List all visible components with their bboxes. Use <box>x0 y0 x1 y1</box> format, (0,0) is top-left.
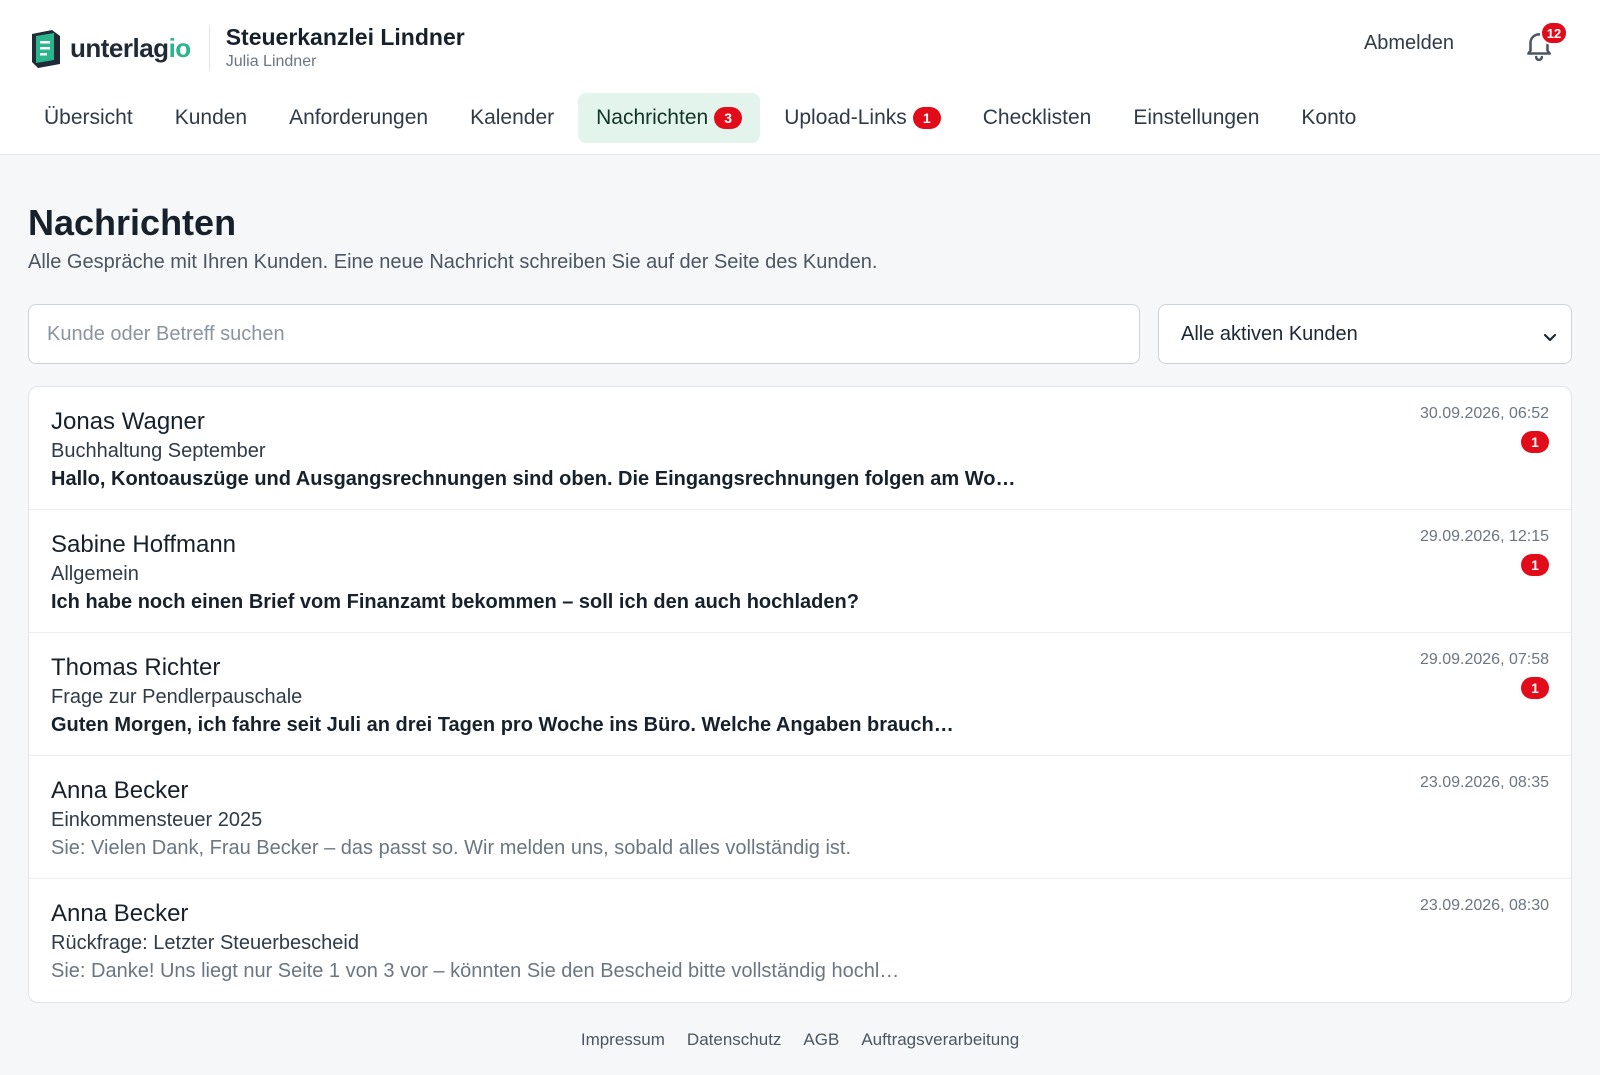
unread-badge: 1 <box>1521 431 1549 453</box>
notification-count-badge: 12 <box>1540 21 1568 45</box>
conversation-customer-name: Thomas Richter <box>51 654 221 681</box>
search-input[interactable] <box>47 322 1121 346</box>
conversation-subject: Buchhaltung September <box>51 440 266 462</box>
unterlagio-logo-icon <box>28 28 64 68</box>
conversation-date: 29.09.2026, 12:15 <box>1419 528 1549 545</box>
tab-uebersicht[interactable]: Übersicht <box>26 93 151 143</box>
customer-filter-select[interactable]: Alle aktiven Kunden <box>1158 304 1572 364</box>
logo-wordmark: unterlagio <box>70 32 191 63</box>
conversation-date: 30.09.2026, 06:52 <box>1419 405 1549 422</box>
conversation-subject: Allgemein <box>51 563 139 585</box>
brand-divider <box>208 25 210 71</box>
conversation-preview: Sie: Vielen Dank, Frau Becker – das pass… <box>51 837 852 859</box>
firm-info: Steuerkanzlei Lindner Julia Lindner <box>226 23 465 73</box>
footer-link-datenschutz[interactable]: Datenschutz <box>687 1030 782 1050</box>
conversation-subject: Rückfrage: Letzter Steuerbescheid <box>51 932 359 954</box>
main-content: Nachrichten Alle Gespräche mit Ihren Kun… <box>0 201 1600 1003</box>
conversation-date: 23.09.2026, 08:35 <box>1419 774 1549 791</box>
conversation-preview: Sie: Danke! Uns liegt nur Seite 1 von 3 … <box>51 960 900 982</box>
tab-anforderungen[interactable]: Anforderungen <box>271 93 446 143</box>
top-header: unterlagio Steuerkanzlei Lindner Julia L… <box>0 0 1600 155</box>
tab-kunden[interactable]: Kunden <box>157 93 265 143</box>
tab-checklisten[interactable]: Checklisten <box>965 93 1110 143</box>
footer-link-agb[interactable]: AGB <box>803 1030 839 1050</box>
conversation-row[interactable]: Anna Becker Einkommensteuer 2025 Sie: Vi… <box>29 756 1571 879</box>
tab-nachrichten-badge: 3 <box>714 107 743 129</box>
conversation-customer-name: Anna Becker <box>51 777 189 804</box>
user-name: Julia Lindner <box>225 53 317 70</box>
conversation-row[interactable]: Sabine Hoffmann Allgemein Ich habe noch … <box>29 510 1571 633</box>
conversation-customer-name: Anna Becker <box>51 900 189 927</box>
tab-upload-links-badge: 1 <box>912 107 941 129</box>
conversation-preview: Ich habe noch einen Brief vom Finanzamt … <box>51 591 859 613</box>
conversation-list: Jonas Wagner Buchhaltung September Hallo… <box>28 386 1572 1003</box>
tab-konto[interactable]: Konto <box>1283 93 1374 143</box>
tab-kalender[interactable]: Kalender <box>452 93 572 143</box>
unread-badge: 1 <box>1521 554 1549 576</box>
footer-link-impressum[interactable]: Impressum <box>581 1030 665 1050</box>
filter-bar: Alle aktiven Kunden <box>28 304 1572 364</box>
footer-link-auftragsverarbeitung[interactable]: Auftragsverarbeitung <box>861 1030 1019 1050</box>
unread-badge: 1 <box>1521 677 1549 699</box>
logout-button[interactable]: Abmelden <box>1364 32 1454 55</box>
main-nav: Übersicht Kunden Anforderungen Kalender … <box>26 93 1374 143</box>
conversation-preview: Guten Morgen, ich fahre seit Juli an dre… <box>51 714 954 736</box>
firm-name: Steuerkanzlei Lindner <box>225 24 465 50</box>
search-box <box>28 304 1140 364</box>
conversation-customer-name: Jonas Wagner <box>51 408 205 435</box>
conversation-date: 23.09.2026, 08:30 <box>1419 897 1549 914</box>
page-description: Alle Gespräche mit Ihren Kunden. Eine ne… <box>28 251 878 273</box>
brand-area: unterlagio Steuerkanzlei Lindner Julia L… <box>28 24 465 72</box>
conversation-row[interactable]: Jonas Wagner Buchhaltung September Hallo… <box>29 387 1571 510</box>
conversation-subject: Einkommensteuer 2025 <box>51 809 263 831</box>
customer-filter-value: Alle aktiven Kunden <box>1181 322 1358 345</box>
footer: Impressum Datenschutz AGB Auftragsverarb… <box>0 1030 1600 1050</box>
conversation-customer-name: Sabine Hoffmann <box>51 531 237 558</box>
conversation-row[interactable]: Thomas Richter Frage zur Pendlerpauschal… <box>29 633 1571 756</box>
chevron-down-icon <box>1543 327 1557 342</box>
tab-einstellungen[interactable]: Einstellungen <box>1115 93 1277 143</box>
conversation-date: 29.09.2026, 07:58 <box>1419 651 1549 668</box>
conversation-preview: Hallo, Kontoauszüge und Ausgangsrechnung… <box>51 468 1016 490</box>
conversation-subject: Frage zur Pendlerpauschale <box>51 686 303 708</box>
tab-upload-links[interactable]: Upload-Links 1 <box>766 93 959 143</box>
page-title: Nachrichten <box>28 202 237 243</box>
logo[interactable]: unterlagio <box>28 28 191 68</box>
conversation-row[interactable]: Anna Becker Rückfrage: Letzter Steuerbes… <box>29 879 1571 1002</box>
tab-nachrichten[interactable]: Nachrichten 3 <box>578 93 761 143</box>
